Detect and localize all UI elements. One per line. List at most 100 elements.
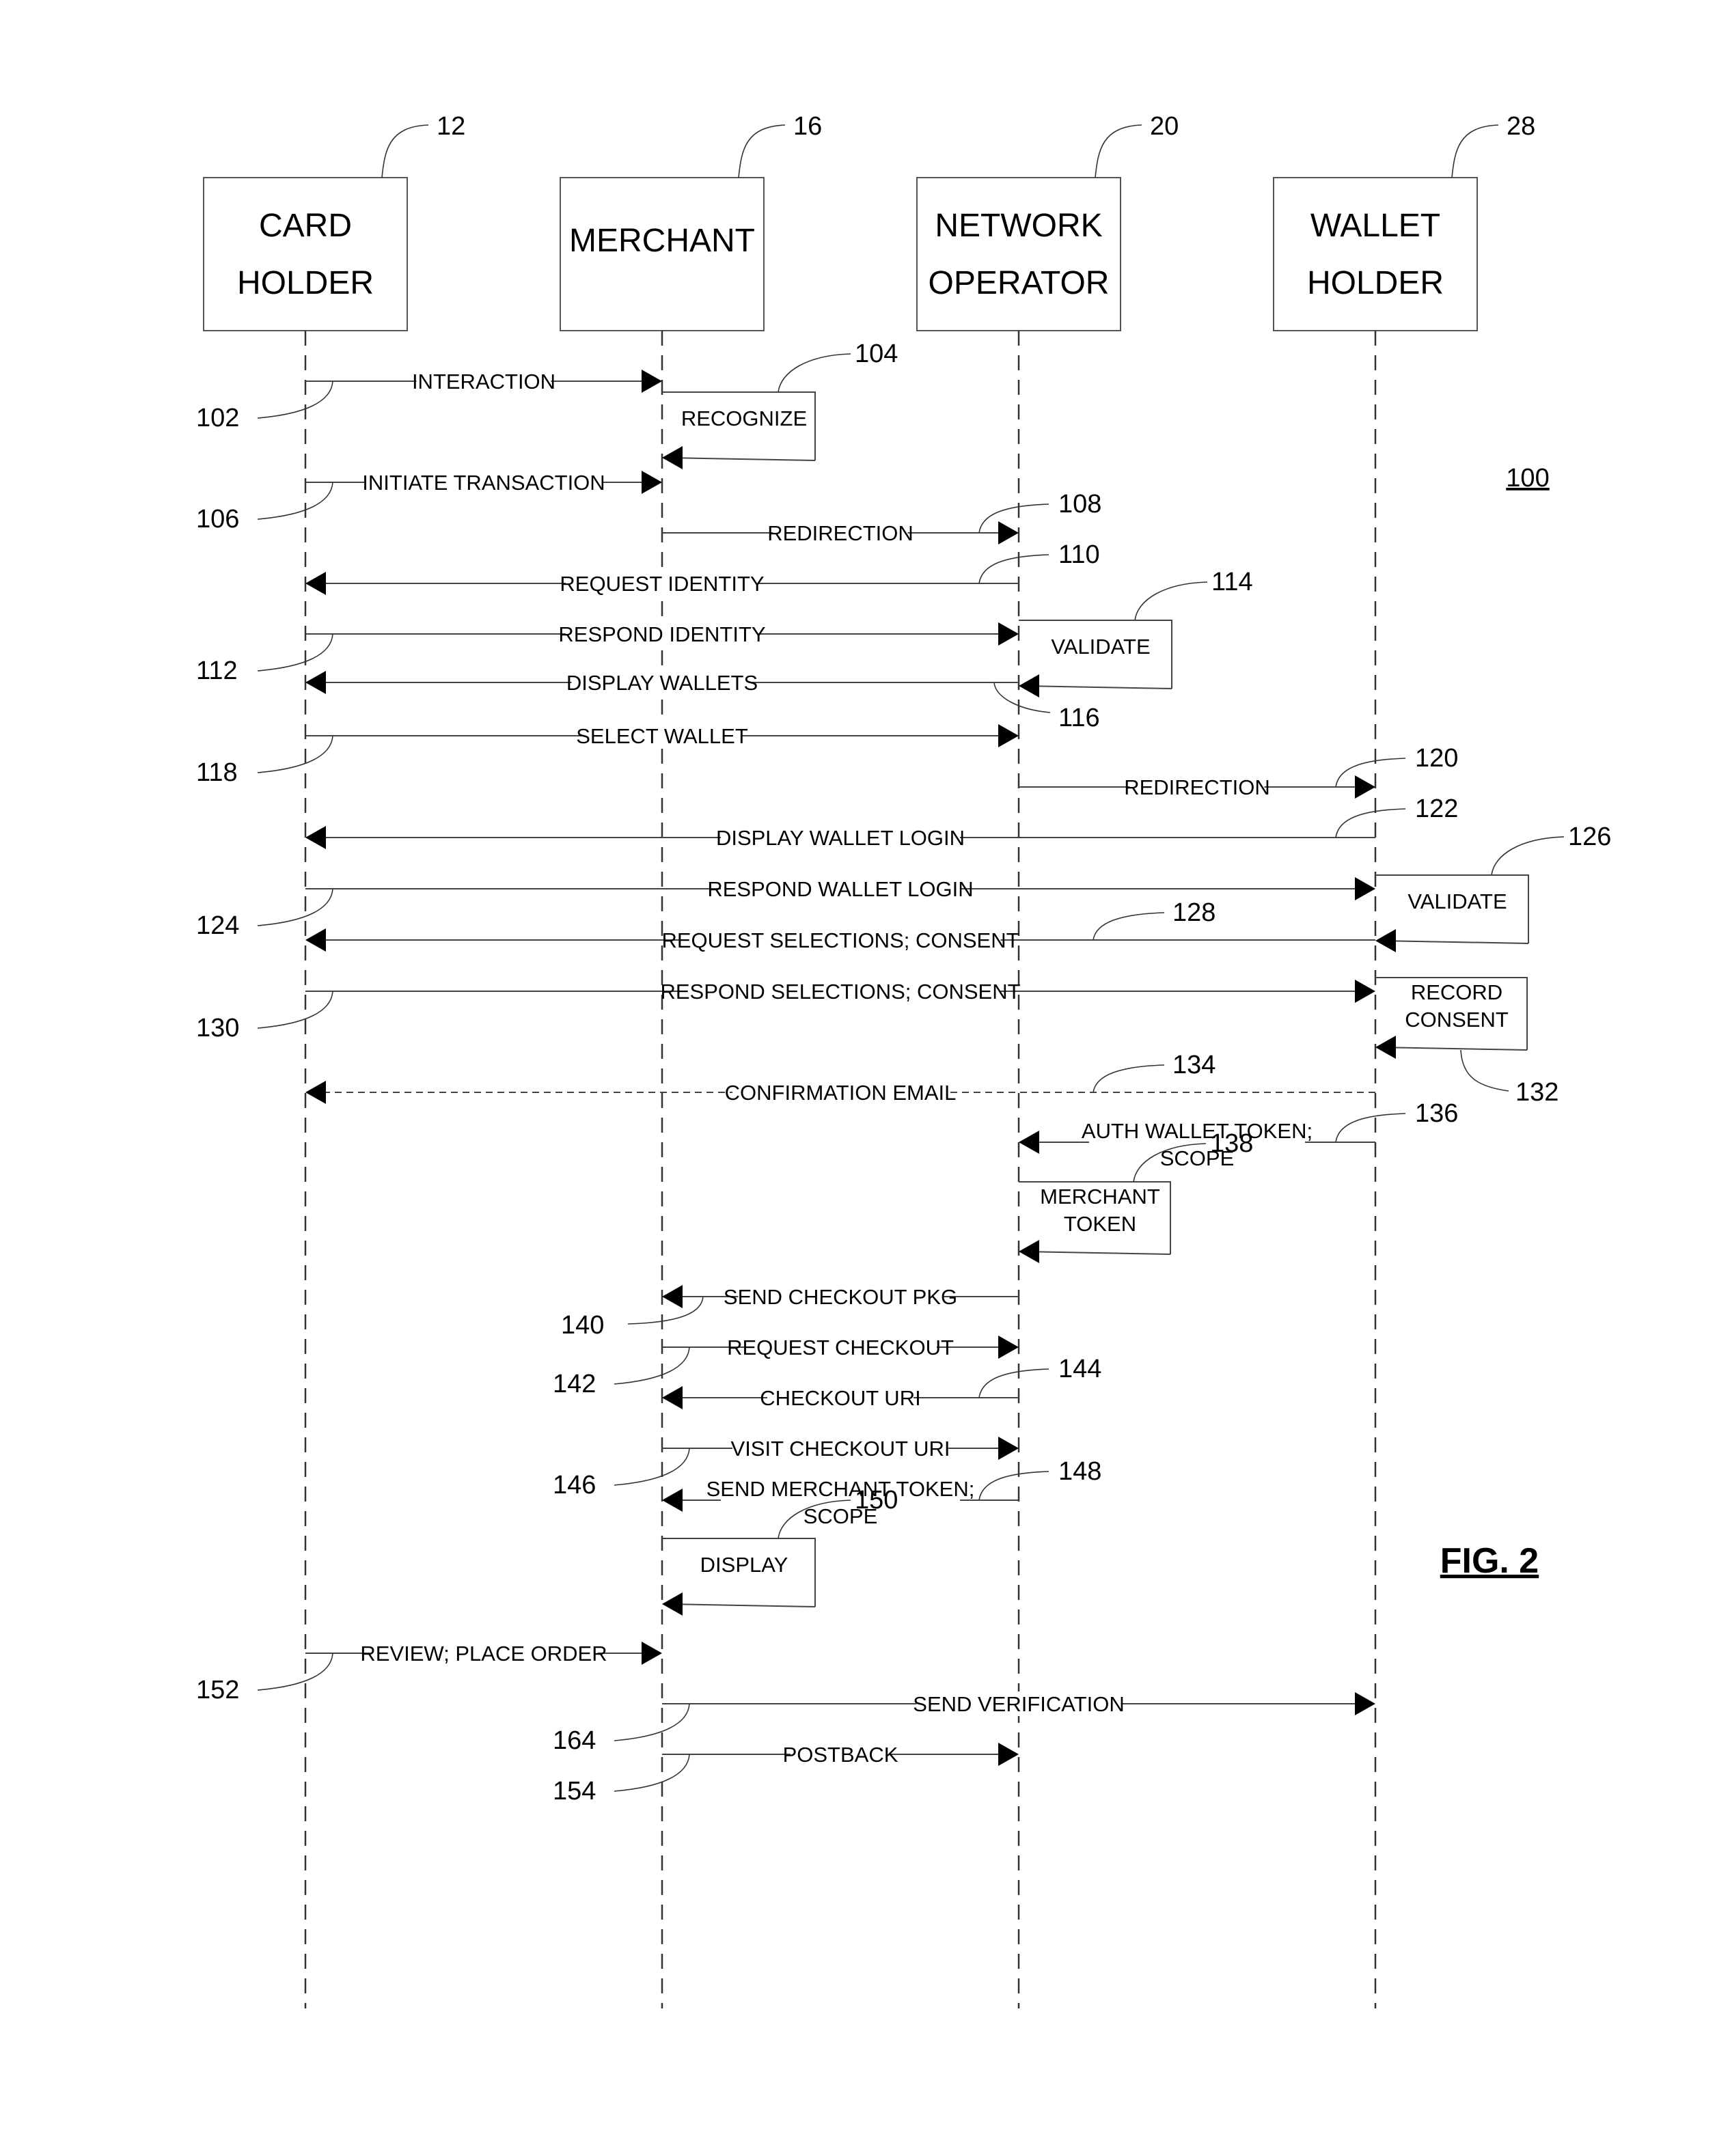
messages: INTERACTION 102 RECOGNIZE 104 INITIATE TRANS…	[196, 340, 1611, 1806]
arrowhead-icon	[662, 1489, 683, 1512]
reference-number: 128	[1172, 898, 1215, 927]
arrowhead-icon	[1019, 1131, 1039, 1154]
arrowhead-icon	[998, 1437, 1019, 1460]
message-label-line: REDIRECTION	[767, 521, 914, 545]
arrowhead-icon	[305, 1081, 326, 1104]
reference-leader	[978, 503, 1049, 534]
reference-number: 136	[1415, 1099, 1458, 1128]
reference-number: 144	[1058, 1355, 1101, 1383]
message-label-line: MERCHANT	[1040, 1185, 1160, 1208]
reference-number: 106	[196, 505, 239, 534]
actor-network-operator: NETWORK OPERATOR 20	[916, 112, 1179, 331]
message-label-line: SEND CHECKOUT PKG	[724, 1285, 957, 1309]
message-132: RECORD CONSENT 132	[1375, 977, 1558, 1107]
arrowhead-icon	[305, 572, 326, 595]
message-144: CHECKOUT URI 144	[662, 1355, 1101, 1410]
reference-number: 126	[1568, 823, 1611, 851]
message-label: REQUEST SELECTIONS; CONSENT	[661, 928, 1019, 952]
message-140: SEND CHECKOUT PKG 140	[561, 1284, 1019, 1340]
reference-leader	[257, 381, 333, 419]
message-label: REDIRECTION	[1124, 775, 1270, 799]
reference-number: 124	[196, 911, 239, 940]
reference-leader	[1335, 808, 1406, 838]
reference-number: 110	[1058, 540, 1100, 569]
reference-leader	[257, 888, 333, 926]
actors: CARD HOLDER 12 MERCHANT 16 NETWORK OPERATOR 20 W…	[203, 112, 1535, 331]
actor-card-holder: CARD HOLDER 12	[203, 112, 465, 331]
message-label-line: POSTBACK	[783, 1743, 898, 1767]
reference-leader	[257, 1653, 333, 1691]
message-label-line: DISPLAY	[700, 1553, 788, 1577]
arrowhead-icon	[305, 826, 326, 849]
message-label: RECOGNIZE	[681, 406, 807, 430]
message-130: RESPOND SELECTIONS; CONSENT 130	[196, 979, 1375, 1042]
sequence-diagram: CARD HOLDER 12 MERCHANT 16 NETWORK OPERATOR 20 W…	[196, 112, 1611, 2008]
figure-title: FIG. 2	[1440, 1541, 1539, 1581]
actor-box	[916, 177, 1121, 331]
message-label-line: CONFIRMATION EMAIL	[725, 1081, 957, 1105]
reference-leader	[778, 353, 851, 393]
message-label: SEND VERIFICATION	[913, 1692, 1124, 1716]
actor-wallet-holder: WALLET HOLDER 28	[1273, 112, 1535, 331]
arrowhead-icon	[642, 471, 662, 494]
message-label: REVIEW; PLACE ORDER	[360, 1642, 607, 1666]
arrowhead-icon	[662, 1285, 683, 1308]
arrowhead-icon	[998, 622, 1019, 646]
message-label-line: TOKEN	[1064, 1212, 1136, 1236]
message-label: RESPOND WALLET LOGIN	[707, 877, 973, 901]
reference-number: 140	[561, 1311, 604, 1340]
message-label: DISPLAY	[700, 1553, 788, 1577]
message-label-line: VALIDATE	[1407, 889, 1507, 913]
actor-ref-number: 16	[793, 112, 822, 141]
self-call-return	[1024, 685, 1172, 689]
message-label-line: RECORD	[1411, 980, 1502, 1004]
message-106: INITIATE TRANSACTION 106	[196, 470, 662, 534]
message-108: REDIRECTION 108	[662, 490, 1101, 545]
message-label-line: RESPOND WALLET LOGIN	[707, 877, 973, 901]
message-label-line: CONSENT	[1405, 1008, 1509, 1032]
actor-label: MERCHANT	[569, 223, 755, 259]
message-label-line: SELECT WALLET	[576, 724, 748, 748]
reference-leader	[978, 554, 1049, 584]
reference-leader	[614, 1448, 690, 1486]
reference-leader	[1095, 124, 1142, 178]
arrowhead-icon	[642, 1642, 662, 1665]
message-label: REQUEST IDENTITY	[560, 572, 764, 596]
reference-number: 154	[553, 1777, 596, 1806]
arrowhead-icon	[1019, 1240, 1039, 1263]
arrowhead-icon	[642, 370, 662, 393]
message-152: REVIEW; PLACE ORDER 152	[196, 1641, 662, 1704]
actor-ref-number: 28	[1507, 112, 1535, 141]
message-label-line: VALIDATE	[1051, 635, 1150, 659]
reference-number: 130	[196, 1014, 239, 1042]
reference-number: 122	[1415, 794, 1458, 823]
message-label: VALIDATE	[1051, 635, 1150, 659]
message-label-line: SEND VERIFICATION	[913, 1692, 1124, 1716]
message-label-line: REQUEST CHECKOUT	[727, 1336, 954, 1359]
message-label: RECORD CONSENT	[1405, 980, 1509, 1032]
reference-leader	[257, 482, 333, 520]
arrowhead-icon	[305, 928, 326, 952]
message-label-line: INTERACTION	[412, 370, 555, 393]
message-label: POSTBACK	[783, 1743, 898, 1767]
message-label: VALIDATE	[1407, 889, 1507, 913]
reference-number: 132	[1515, 1078, 1558, 1107]
self-call-return	[1024, 1251, 1171, 1255]
message-label: RESPOND IDENTITY	[558, 622, 765, 646]
message-164: SEND VERIFICATION 164	[553, 1691, 1375, 1755]
actor-label-line: HOLDER	[237, 265, 374, 301]
message-label-line: DISPLAY WALLETS	[566, 671, 758, 695]
reference-leader	[257, 991, 333, 1029]
diagram-reference: 100	[1506, 464, 1549, 493]
reference-leader	[381, 124, 429, 178]
reference-number: 152	[196, 1676, 239, 1704]
reference-leader	[978, 1368, 1049, 1398]
actor-ref-number: 20	[1150, 112, 1179, 141]
message-116: DISPLAY WALLETS 116	[305, 670, 1100, 732]
message-102: INTERACTION 102	[196, 369, 662, 432]
self-call-return	[667, 1603, 816, 1607]
message-128: REQUEST SELECTIONS; CONSENT 128	[305, 898, 1375, 952]
message-104: RECOGNIZE 104	[662, 340, 898, 469]
message-label: REDIRECTION	[767, 521, 914, 545]
message-label: SELECT WALLET	[576, 724, 748, 748]
